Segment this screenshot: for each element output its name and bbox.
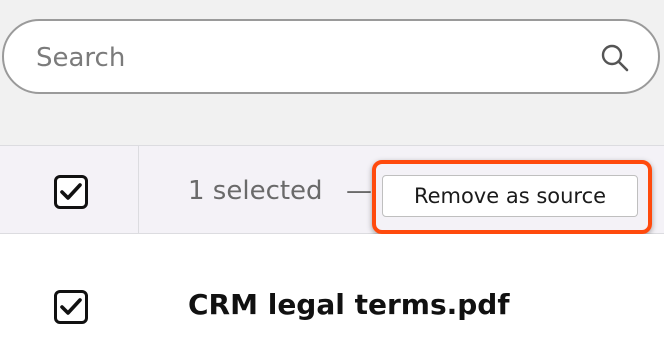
file-name: CRM legal terms.pdf (188, 288, 510, 321)
search-placeholder: Search (36, 43, 126, 73)
page: Search 1 selected — Remove as source CRM… (0, 0, 664, 364)
remove-as-source-button[interactable]: Remove as source (382, 175, 638, 217)
separator-dash: — (346, 176, 372, 206)
selected-count: 1 selected (188, 176, 323, 206)
checkmark-icon (60, 183, 82, 200)
row-checkbox[interactable] (54, 290, 88, 324)
file-table: 1 selected — Remove as source CRM legal … (0, 145, 664, 364)
table-row[interactable]: CRM legal terms.pdf (0, 234, 664, 364)
column-divider (138, 146, 139, 235)
checkmark-icon (60, 298, 82, 315)
search-icon[interactable] (600, 43, 630, 73)
select-all-checkbox[interactable] (54, 175, 88, 209)
search-input[interactable]: Search (2, 19, 660, 94)
table-header-row: 1 selected — Remove as source (0, 145, 664, 235)
